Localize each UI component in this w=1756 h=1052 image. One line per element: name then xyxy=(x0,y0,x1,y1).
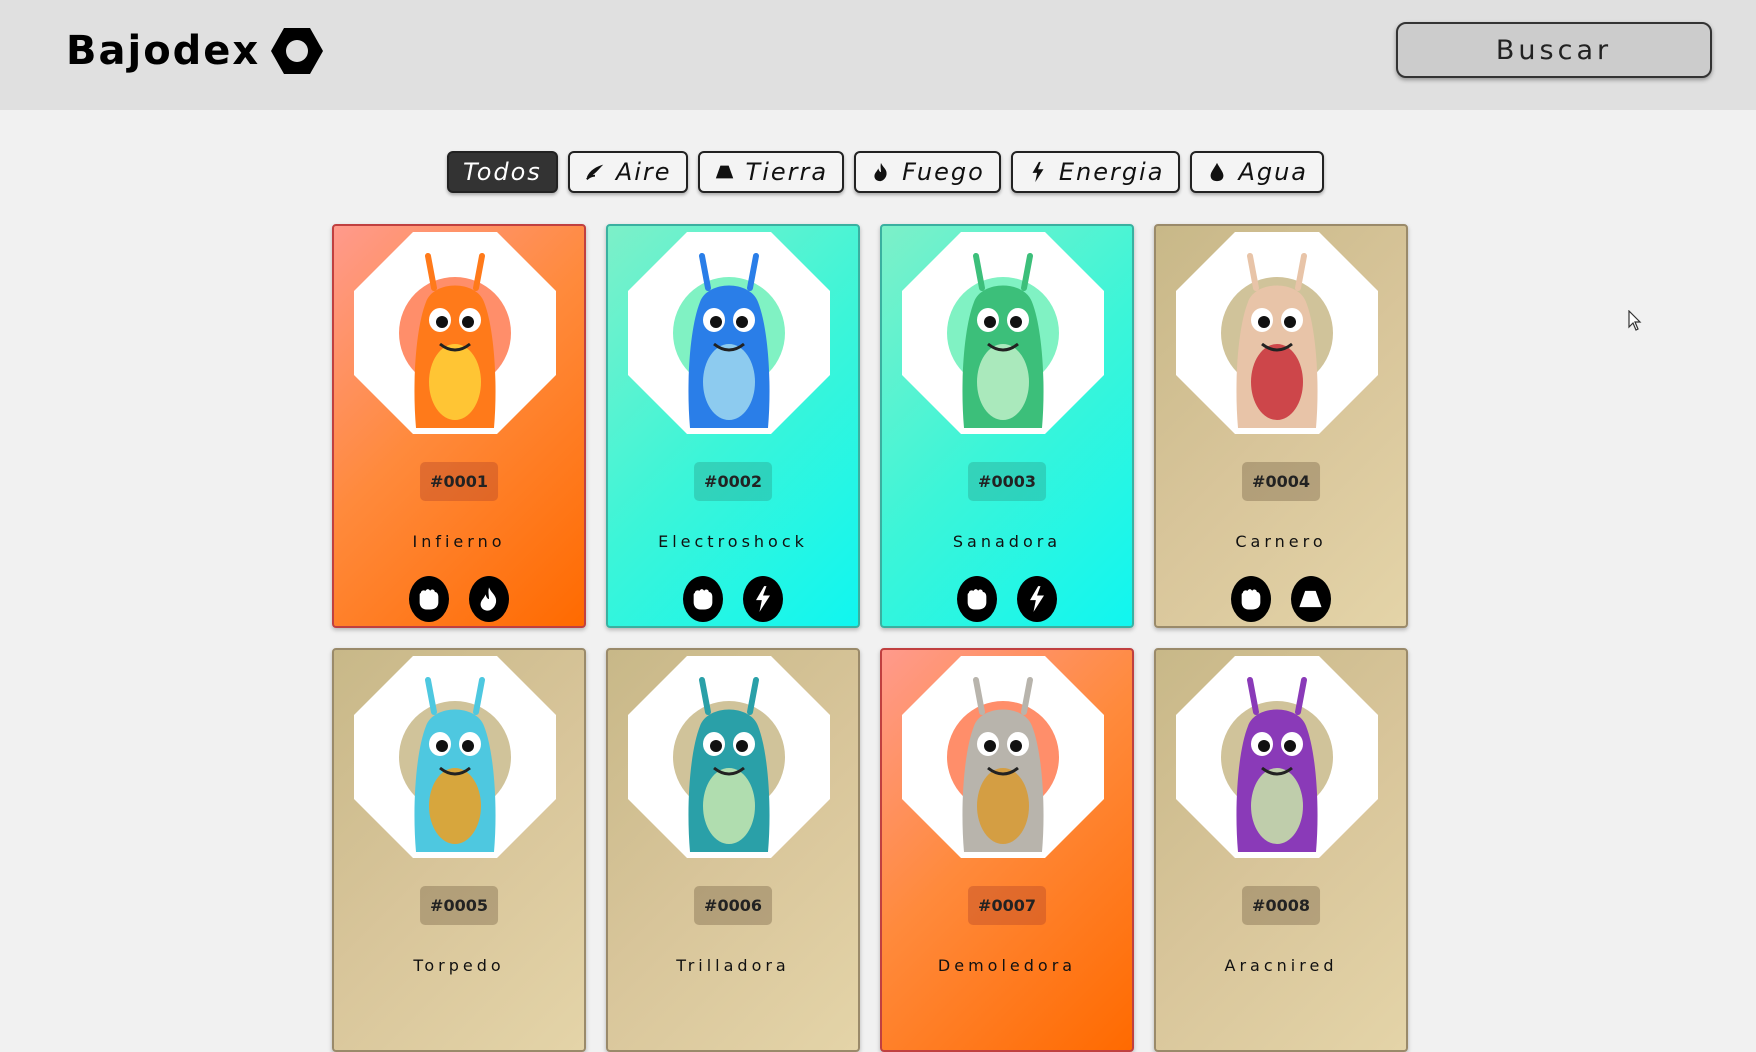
creature-types xyxy=(882,576,1132,622)
earth-icon xyxy=(1291,576,1331,622)
creature-card[interactable]: #0002 Electroshock xyxy=(606,224,860,628)
creature-portrait xyxy=(354,232,556,434)
fire-icon xyxy=(870,161,892,183)
creature-name: Torpedo xyxy=(413,956,505,975)
fist-icon xyxy=(683,576,723,622)
energy-icon xyxy=(1027,161,1049,183)
creature-name: Aracnired xyxy=(1224,956,1338,975)
creature-name: Demoledora xyxy=(937,956,1077,975)
creature-grid: #0001 Infierno #0002 Electroshock #0003 Sanad… xyxy=(332,224,1408,1052)
filter-tierra[interactable]: Tierra xyxy=(697,151,845,193)
fist-icon xyxy=(1231,576,1271,622)
energy-icon xyxy=(1017,576,1057,622)
creature-types xyxy=(334,576,584,622)
creature-number: #0001 xyxy=(420,462,498,501)
creature-name: Trilladora xyxy=(676,956,790,975)
energy-icon xyxy=(743,576,783,622)
creature-card[interactable]: #0006 Trilladora xyxy=(606,648,860,1052)
creature-portrait xyxy=(1176,232,1378,434)
air-icon xyxy=(584,161,606,183)
earth-icon xyxy=(714,161,736,183)
creature-number: #0007 xyxy=(968,886,1046,925)
creature-card[interactable]: #0007 Demoledora xyxy=(880,648,1134,1052)
fire-icon xyxy=(469,576,509,622)
search-button[interactable]: Buscar xyxy=(1396,22,1712,78)
fist-icon xyxy=(409,576,449,622)
creature-name: Infierno xyxy=(412,532,506,551)
mouse-cursor-icon xyxy=(1628,310,1642,331)
top-bar: Bajodex Buscar xyxy=(0,0,1756,110)
filter-label: Tierra xyxy=(745,158,829,186)
filter-aire[interactable]: Aire xyxy=(567,151,688,193)
filter-label: Todos xyxy=(463,158,542,186)
creature-portrait xyxy=(354,656,556,858)
type-filter-bar: Todos Aire Tierra Fuego Energia Agua xyxy=(447,151,1325,193)
filter-agua[interactable]: Agua xyxy=(1190,151,1325,193)
filter-label: Fuego xyxy=(902,158,985,186)
creature-types xyxy=(608,576,858,622)
fist-icon xyxy=(957,576,997,622)
creature-number: #0005 xyxy=(420,886,498,925)
filter-fuego[interactable]: Fuego xyxy=(854,151,1001,193)
creature-card[interactable]: #0005 Torpedo xyxy=(332,648,586,1052)
creature-types xyxy=(1156,576,1406,622)
creature-portrait xyxy=(902,656,1104,858)
creature-number: #0003 xyxy=(968,462,1046,501)
water-icon xyxy=(1206,161,1228,183)
app-title: Bajodex xyxy=(66,28,261,74)
filter-label: Agua xyxy=(1238,158,1309,186)
creature-name: Carnero xyxy=(1235,532,1327,551)
logo[interactable]: Bajodex xyxy=(66,26,324,76)
creature-number: #0006 xyxy=(694,886,772,925)
creature-name: Sanadora xyxy=(952,532,1062,551)
creature-card[interactable]: #0004 Carnero xyxy=(1154,224,1408,628)
hexagon-logo-icon xyxy=(271,28,324,74)
creature-name: Electroshock xyxy=(658,532,808,551)
filter-label: Energia xyxy=(1058,158,1165,186)
creature-number: #0002 xyxy=(694,462,772,501)
creature-portrait xyxy=(628,232,830,434)
filter-label: Aire xyxy=(615,158,672,186)
creature-portrait xyxy=(1176,656,1378,858)
filter-todos[interactable]: Todos xyxy=(447,151,558,193)
creature-number: #0008 xyxy=(1242,886,1320,925)
creature-card[interactable]: #0003 Sanadora xyxy=(880,224,1134,628)
creature-portrait xyxy=(902,232,1104,434)
filter-energia[interactable]: Energia xyxy=(1010,151,1181,193)
creature-card[interactable]: #0001 Infierno xyxy=(332,224,586,628)
creature-card[interactable]: #0008 Aracnired xyxy=(1154,648,1408,1052)
creature-number: #0004 xyxy=(1242,462,1320,501)
creature-portrait xyxy=(628,656,830,858)
